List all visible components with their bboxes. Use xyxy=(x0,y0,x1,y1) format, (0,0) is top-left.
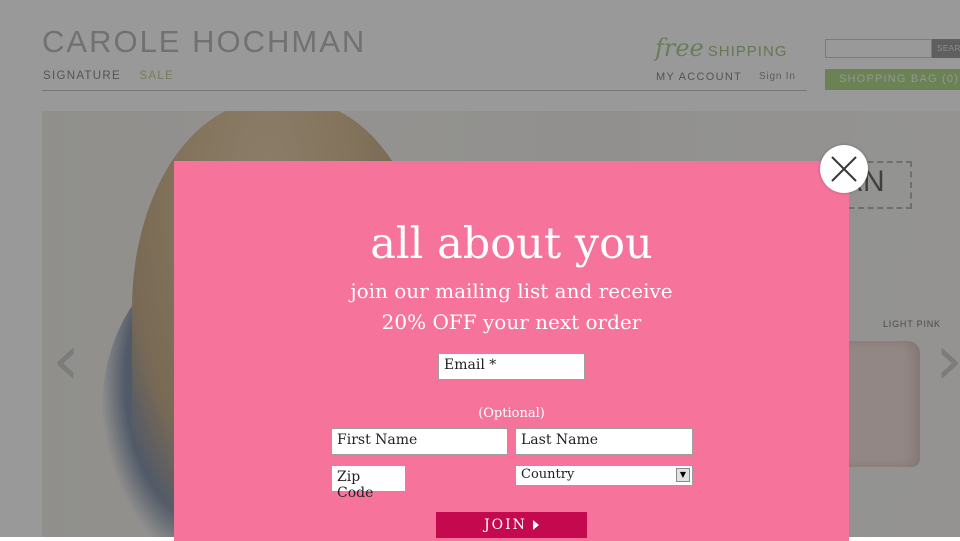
join-button[interactable]: JOIN xyxy=(436,512,587,538)
country-select-value: Country xyxy=(521,467,575,482)
play-triangle-icon xyxy=(532,520,539,530)
modal-subtitle-line2: 20% OFF your next order xyxy=(381,310,642,334)
optional-label: (Optional) xyxy=(478,406,545,421)
email-field[interactable]: Email * xyxy=(438,353,585,380)
join-button-label: JOIN xyxy=(484,517,527,533)
last-name-field[interactable]: Last Name xyxy=(515,428,693,455)
zip-code-field[interactable]: Zip Code xyxy=(331,465,406,501)
newsletter-modal: all about you join our mailing list and … xyxy=(174,161,849,541)
modal-subtitle-line1: join our mailing list and receive xyxy=(350,279,673,303)
dropdown-arrow-icon[interactable]: ▼ xyxy=(676,468,690,482)
first-name-field[interactable]: First Name xyxy=(331,428,508,455)
close-icon[interactable] xyxy=(820,145,868,193)
close-icon-graphic xyxy=(831,156,857,182)
modal-title: all about you xyxy=(370,219,653,269)
country-select[interactable]: Country ▼ xyxy=(515,465,693,486)
